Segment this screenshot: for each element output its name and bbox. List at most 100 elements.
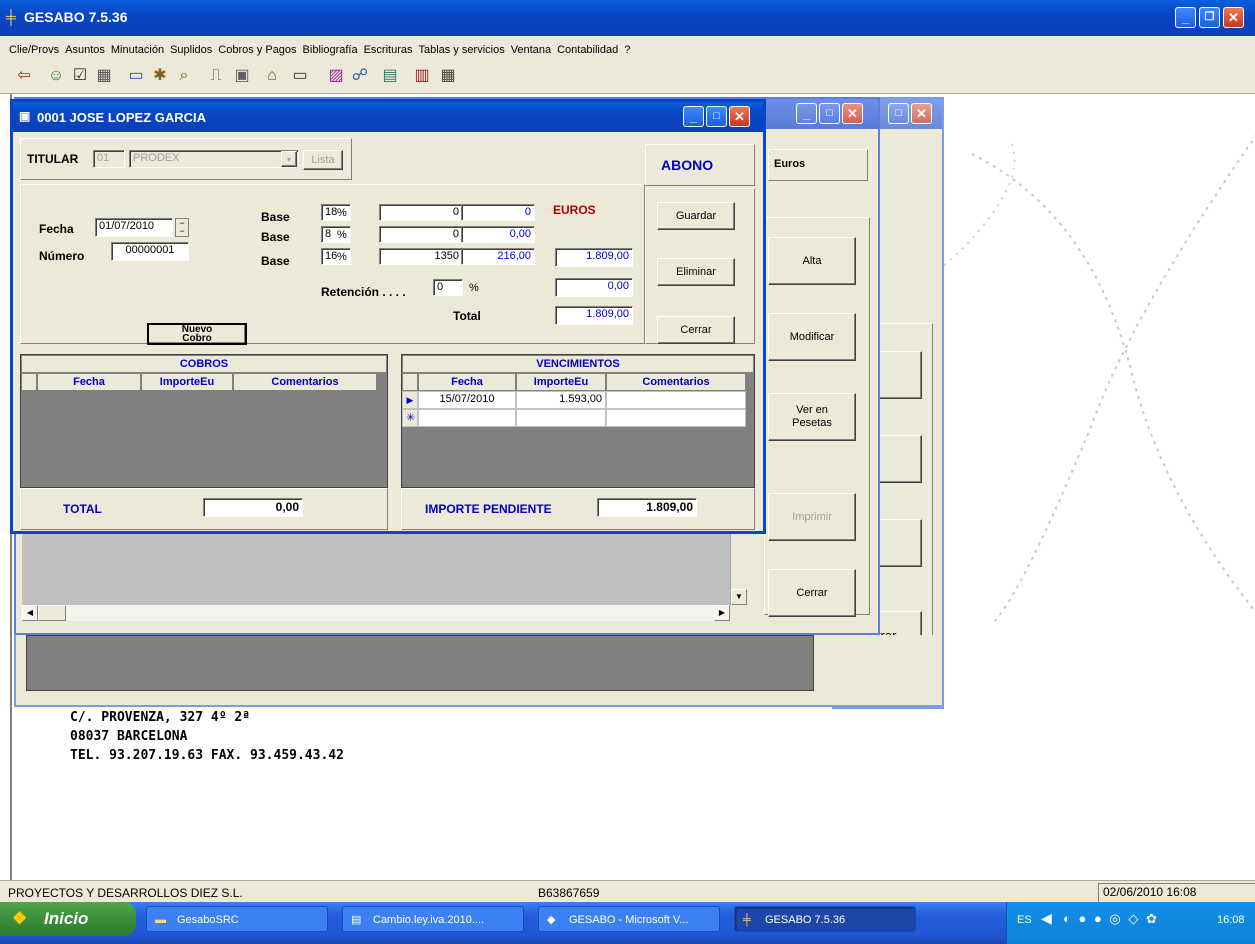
eliminar-button[interactable]: Eliminar: [657, 258, 735, 286]
close-button[interactable]: ✕: [1223, 7, 1244, 28]
start-button[interactable]: ❖ Inicio: [0, 902, 136, 936]
cobros-col-fecha[interactable]: Fecha: [37, 373, 141, 391]
menu-item-1[interactable]: Asuntos: [65, 44, 105, 56]
horizontal-scrollbar[interactable]: ◀ ▶: [22, 605, 730, 621]
ver-en-pesetas-button[interactable]: Ver en Pesetas: [768, 393, 856, 441]
cobros-col-importe[interactable]: ImporteEu: [141, 373, 233, 391]
venc-row-1-importe[interactable]: 1.593,00: [516, 391, 606, 409]
spreadsheet-icon[interactable]: ▤: [380, 66, 400, 86]
numero-label: Número: [39, 249, 85, 263]
calculator-icon[interactable]: ▦: [438, 66, 458, 86]
task-gesabo-active[interactable]: ╪ GESABO 7.5.36: [734, 906, 916, 932]
modificar-button[interactable]: Modificar: [768, 313, 856, 361]
folder-icon[interactable]: ▭: [126, 66, 146, 86]
menu-item-8[interactable]: Ventana: [511, 44, 551, 56]
middle-window-maximize-button[interactable]: □: [819, 103, 840, 124]
imprimir-button[interactable]: Imprimir: [768, 493, 856, 541]
cerrar-background-button[interactable]: Cerrar: [768, 569, 856, 617]
menu-item-4[interactable]: Cobros y Pagos: [218, 44, 296, 56]
retencion-pct[interactable]: 0: [433, 279, 463, 296]
cobros-col-comentarios[interactable]: Comentarios: [233, 373, 377, 391]
gears-icon[interactable]: ✱: [150, 66, 170, 86]
menu-item-2[interactable]: Minutación: [111, 44, 164, 56]
address-line2: 08037 BARCELONA: [70, 729, 188, 744]
card-icon[interactable]: ▣: [232, 66, 252, 86]
monitor-icon[interactable]: ▭: [290, 66, 310, 86]
restore-button[interactable]: ❐: [1199, 7, 1220, 28]
base-total-field[interactable]: 1.809,00: [555, 248, 633, 267]
stamp-icon[interactable]: ▦: [94, 66, 114, 86]
task-gesabosrc[interactable]: ▬ GesaboSRC: [146, 906, 328, 932]
check-icon[interactable]: ☑: [70, 66, 90, 86]
menu-item-10[interactable]: ?: [624, 44, 630, 56]
menu-item-6[interactable]: Escrituras: [364, 44, 413, 56]
language-indicator[interactable]: ES: [1017, 914, 1032, 926]
fecha-spin-button[interactable]: − −: [175, 218, 189, 237]
exit-icon[interactable]: ⇦: [14, 66, 34, 86]
bank-icon[interactable]: ⌂: [262, 66, 282, 86]
back-window-maximize-button[interactable]: □: [888, 103, 909, 124]
document-icon[interactable]: ⎍: [206, 66, 226, 86]
base-2-amount[interactable]: 0: [379, 226, 463, 243]
dialog-close-button[interactable]: ✕: [729, 106, 750, 127]
middle-window-close-button[interactable]: ✕: [842, 103, 863, 124]
dialog-maximize-button[interactable]: □: [706, 106, 727, 127]
euros-label: Euros: [774, 158, 806, 170]
background-list-area[interactable]: [22, 531, 730, 605]
back-window-close-button[interactable]: ✕: [911, 103, 932, 124]
base-1-amount[interactable]: 0: [379, 204, 463, 221]
minimize-button[interactable]: _: [1175, 7, 1196, 28]
vencimientos-grid[interactable]: VENCIMIENTOS Fecha ImporteEu Comentarios…: [401, 354, 755, 488]
venc-new-row-comentarios[interactable]: [606, 409, 746, 427]
venc-row-selector-icon[interactable]: ▶: [402, 391, 418, 409]
system-tray: ES ◀ ◐ ● ● ◎ ◇ ✿ 16:08: [1006, 902, 1255, 944]
search-icon[interactable]: ⌕: [174, 66, 194, 86]
menu-item-7[interactable]: Tablas y servicios: [419, 44, 505, 56]
cobros-total-value[interactable]: 0,00: [203, 498, 303, 517]
titular-dropdown-button[interactable]: ▾: [281, 151, 297, 167]
status-bar: PROYECTOS Y DESARROLLOS DIEZ S.L. B63867…: [0, 880, 1255, 905]
importe-pendiente-value[interactable]: 1.809,00: [597, 498, 697, 517]
dialog-minimize-button[interactable]: _: [683, 106, 704, 127]
base-3-iva[interactable]: 216,00: [461, 248, 535, 265]
venc-new-row-icon[interactable]: ✳: [402, 409, 418, 427]
cerrar-button[interactable]: Cerrar: [657, 316, 735, 344]
base-3-amount[interactable]: 1350: [379, 248, 463, 265]
folder-icon: ▬: [155, 914, 166, 926]
graph-icon[interactable]: ☍: [350, 66, 370, 86]
titular-name-field[interactable]: PRODEX: [129, 150, 299, 168]
cobros-grid[interactable]: COBROS Fecha ImporteEu Comentarios: [20, 354, 388, 488]
menu-item-9[interactable]: Contabilidad: [557, 44, 618, 56]
venc-row-1-fecha[interactable]: 15/07/2010: [418, 391, 516, 409]
retencion-value[interactable]: 0,00: [555, 278, 633, 297]
venc-new-row-importe[interactable]: [516, 409, 606, 427]
venc-col-comentarios[interactable]: Comentarios: [606, 373, 746, 391]
total-value[interactable]: 1.809,00: [555, 306, 633, 325]
menu-item-3[interactable]: Suplidos: [170, 44, 212, 56]
clients-icon[interactable]: ☺: [46, 66, 66, 86]
alta-button[interactable]: Alta: [768, 237, 856, 285]
chart-icon[interactable]: ▨: [326, 66, 346, 86]
titular-code-field[interactable]: 01: [93, 150, 125, 168]
menu-item-0[interactable]: Clie/Provs: [9, 44, 59, 56]
venc-new-row-fecha[interactable]: [418, 409, 516, 427]
nuevo-cobro-button[interactable]: Nuevo Cobro: [147, 323, 247, 345]
venc-row-1-comentarios[interactable]: [606, 391, 746, 409]
lista-button[interactable]: Lista: [303, 150, 343, 170]
vertical-scrollbar[interactable]: ▼: [730, 531, 747, 605]
venc-col-fecha[interactable]: Fecha: [418, 373, 516, 391]
guardar-button[interactable]: Guardar: [657, 202, 735, 230]
venc-col-importe[interactable]: ImporteEu: [516, 373, 606, 391]
middle-window-minimize-button[interactable]: _: [796, 103, 817, 124]
task-gesabo-microsoft[interactable]: ◆ GESABO - Microsoft V...: [538, 906, 720, 932]
books-icon[interactable]: ▥: [412, 66, 432, 86]
task-cambio-ley-iva[interactable]: ▤ Cambio.ley.iva.2010....: [342, 906, 524, 932]
taskbar: ❖ Inicio ▬ GesaboSRC ▤ Cambio.ley.iva.2010…: [0, 902, 1255, 944]
menu-item-5[interactable]: Bibliografía: [303, 44, 358, 56]
base-2-iva[interactable]: 0,00: [461, 226, 535, 243]
fecha-input[interactable]: 01/07/2010: [95, 218, 173, 237]
numero-input[interactable]: 00000001: [111, 242, 189, 261]
tray-icons[interactable]: ◐ ● ● ◎ ◇ ✿: [1063, 911, 1159, 927]
tray-expand-icon[interactable]: ◀: [1041, 910, 1052, 927]
base-1-iva[interactable]: 0: [461, 204, 535, 221]
